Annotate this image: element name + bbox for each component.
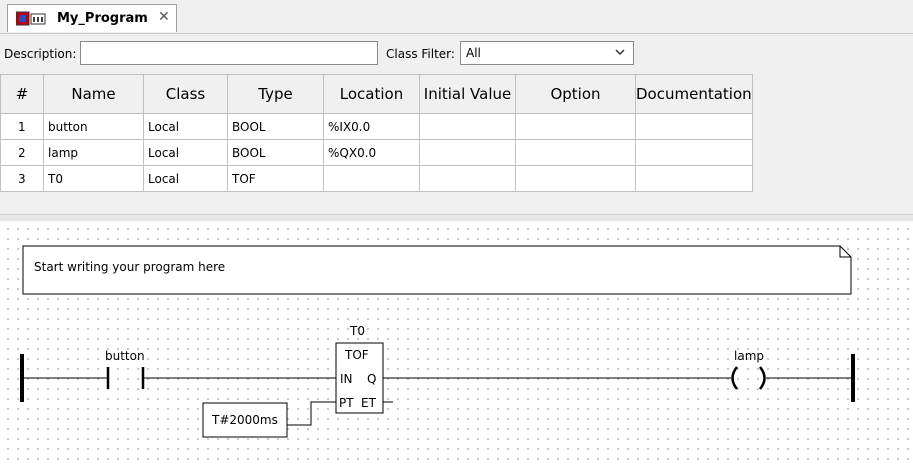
block-type-label: TOF bbox=[344, 348, 369, 362]
cell-class[interactable]: Local bbox=[143, 113, 228, 140]
constant-value: T#2000ms bbox=[211, 413, 278, 427]
cell-initial-value[interactable] bbox=[419, 113, 516, 140]
pin-pt-label: PT bbox=[339, 396, 354, 410]
cell-option[interactable] bbox=[515, 139, 636, 166]
cell-name[interactable]: button bbox=[43, 113, 144, 140]
ladder-diagram: Start writing your program here button T… bbox=[20, 245, 855, 438]
tab-my-program[interactable]: My_Program ✕ bbox=[7, 4, 177, 32]
cell-location[interactable] bbox=[323, 165, 420, 192]
cell-documentation[interactable] bbox=[635, 139, 753, 166]
variables-panel: Description: Class Filter: All # Name Cl… bbox=[0, 34, 913, 214]
cell-option[interactable] bbox=[515, 113, 636, 140]
cell-class[interactable]: Local bbox=[143, 165, 228, 192]
contact-button[interactable] bbox=[106, 367, 145, 389]
cell-option[interactable] bbox=[515, 165, 636, 192]
tab-title: My_Program bbox=[57, 11, 148, 26]
column-header[interactable]: Initial Value bbox=[419, 74, 516, 114]
table-row[interactable]: 1 button Local BOOL %IX0.0 bbox=[0, 113, 753, 140]
pin-in-label: IN bbox=[340, 372, 353, 386]
description-input[interactable] bbox=[80, 41, 378, 65]
class-filter-value: All bbox=[466, 46, 481, 60]
cell-location[interactable]: %QX0.0 bbox=[323, 139, 420, 166]
cell-documentation[interactable] bbox=[635, 113, 753, 140]
ladder-editor[interactable]: Start writing your program here button T… bbox=[0, 221, 913, 465]
column-header[interactable]: Type bbox=[227, 74, 324, 114]
block-instance-name: T0 bbox=[349, 324, 365, 338]
tab-strip: My_Program ✕ bbox=[0, 0, 913, 34]
column-header[interactable]: Documentation bbox=[635, 74, 753, 114]
cell-name[interactable]: T0 bbox=[43, 165, 144, 192]
pin-et-label: ET bbox=[361, 396, 377, 410]
cell-location[interactable]: %IX0.0 bbox=[323, 113, 420, 140]
coil-lamp[interactable] bbox=[731, 366, 766, 390]
table-row[interactable]: 2 lamp Local BOOL %QX0.0 bbox=[0, 139, 753, 166]
table-row[interactable]: 3 T0 Local TOF bbox=[0, 165, 753, 192]
column-header[interactable]: Location bbox=[323, 74, 420, 114]
chevron-down-icon bbox=[615, 49, 625, 56]
pin-q-label: Q bbox=[367, 372, 376, 386]
cell-initial-value[interactable] bbox=[419, 165, 516, 192]
row-number: 3 bbox=[0, 165, 44, 192]
program-icon bbox=[16, 11, 46, 26]
contact-label: button bbox=[105, 349, 145, 363]
row-number: 1 bbox=[0, 113, 44, 140]
description-label: Description: bbox=[4, 47, 77, 61]
cell-initial-value[interactable] bbox=[419, 139, 516, 166]
comment-text: Start writing your program here bbox=[34, 260, 225, 274]
cell-type[interactable]: TOF bbox=[227, 165, 324, 192]
cell-type[interactable]: BOOL bbox=[227, 113, 324, 140]
panel-splitter[interactable] bbox=[0, 214, 913, 221]
column-header[interactable]: Name bbox=[43, 74, 144, 114]
variables-table: # Name Class Type Location Initial Value… bbox=[0, 74, 753, 192]
cell-name[interactable]: lamp bbox=[43, 139, 144, 166]
cell-type[interactable]: BOOL bbox=[227, 139, 324, 166]
wire bbox=[287, 401, 336, 426]
column-header[interactable]: # bbox=[0, 74, 44, 114]
cell-documentation[interactable] bbox=[635, 165, 753, 192]
row-number: 2 bbox=[0, 139, 44, 166]
close-icon[interactable]: ✕ bbox=[158, 9, 170, 25]
table-header-row: # Name Class Type Location Initial Value… bbox=[0, 74, 753, 114]
class-filter-select[interactable]: All bbox=[460, 41, 634, 65]
class-filter-label: Class Filter: bbox=[386, 47, 455, 61]
column-header[interactable]: Class bbox=[143, 74, 228, 114]
cell-class[interactable]: Local bbox=[143, 139, 228, 166]
column-header[interactable]: Option bbox=[515, 74, 636, 114]
coil-label: lamp bbox=[734, 349, 764, 363]
